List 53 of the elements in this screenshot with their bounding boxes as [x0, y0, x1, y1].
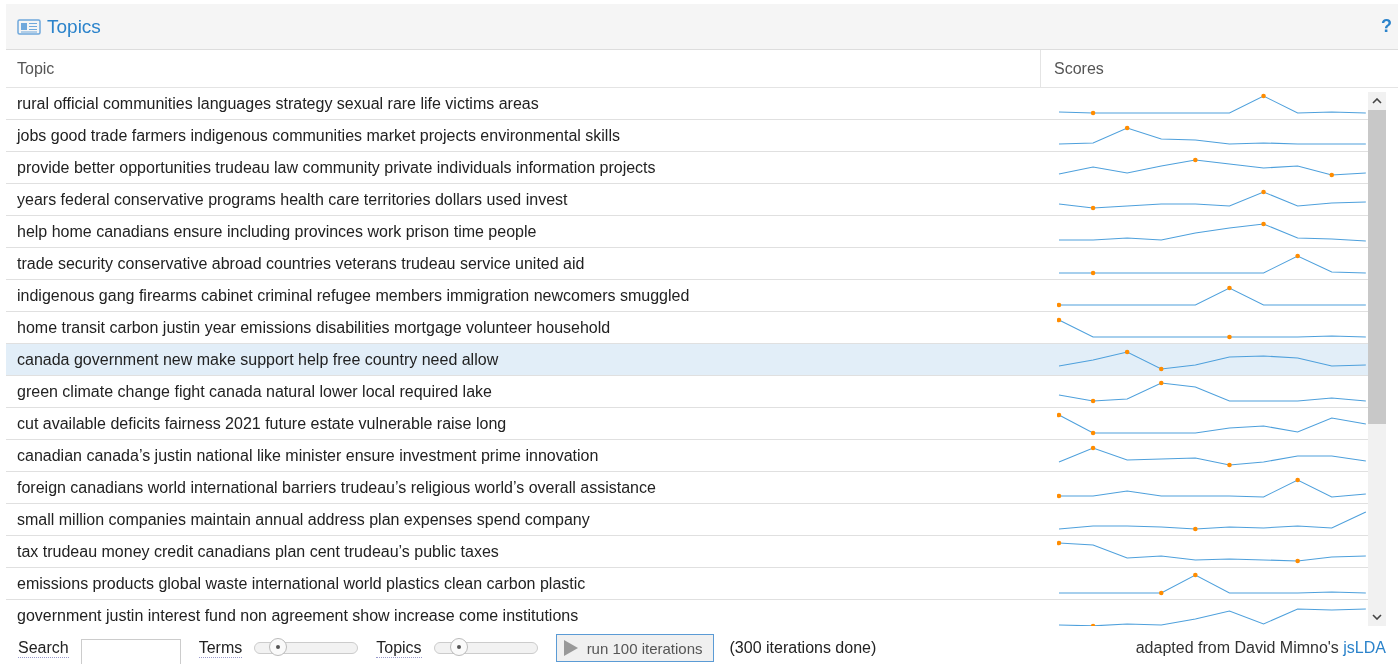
newspaper-icon	[17, 18, 41, 35]
topic-text: years federal conservative programs health care territories dollars used invest	[16, 190, 569, 209]
scroll-down-icon[interactable]	[1372, 614, 1382, 620]
topic-text: tax trudeau money credit canadians plan cent trudeau’s public taxes	[16, 542, 500, 561]
topic-text: foreign canadians world international barriers trudeau’s religious world’s overall assistance	[16, 478, 657, 497]
scrollbar[interactable]	[1368, 92, 1386, 626]
status-text: (300 iterations done)	[729, 639, 877, 657]
topic-row[interactable]: rural official communities languages strategy sexual rare life victims areas	[6, 88, 1368, 120]
column-header: Topic	[6, 50, 1041, 87]
topic-text: help home canadians ensure including provinces work prison time people	[16, 222, 538, 241]
credit-text: adapted from David Mimno's jsLDA	[1135, 639, 1386, 657]
topic-row[interactable]: cut available deficits fairness 2021 future estate vulnerable raise long	[6, 408, 1368, 440]
topic-text: indigenous gang firearms cabinet criminal refugee members immigration newcomers smuggled	[16, 286, 691, 305]
play-icon	[562, 639, 579, 657]
topic-row[interactable]: years federal conservative programs health care territories dollars used invest	[6, 184, 1368, 216]
topic-row[interactable]: jobs good trade farmers indigenous communities market projects environmental skills	[6, 120, 1368, 152]
topic-text: rural official communities languages strategy sexual rare life victims areas	[16, 94, 540, 113]
slider-thumb[interactable]	[268, 638, 287, 656]
slider-thumb[interactable]	[449, 638, 468, 656]
slider-label[interactable]: Topics	[376, 638, 422, 658]
topic-row[interactable]: provide better opportunities trudeau law community private individuals information projects	[6, 152, 1368, 184]
search-field[interactable]	[80, 639, 181, 664]
topic-text: government justin interest fund non agreement show increase come institutions	[16, 606, 580, 625]
topic-row[interactable]: green climate change fight canada natural lower local required lake	[6, 376, 1368, 408]
topic-text: trade security conservative abroad countries veterans trudeau service united aid	[16, 254, 586, 273]
scroll-up-icon[interactable]	[1372, 98, 1382, 104]
topic-row[interactable]: canadian canada’s justin national like minister ensure investment prime innovation	[6, 440, 1368, 472]
topic-row[interactable]: tax trudeau money credit canadians plan cent trudeau’s public taxes	[6, 536, 1368, 568]
scrollbar-thumb[interactable]	[1368, 110, 1386, 424]
topic-row[interactable]: emissions products global waste international world plastics clean carbon plastic	[6, 568, 1368, 600]
topic-text: home transit carbon justin year emissions disabilities mortgage volunteer household	[16, 318, 612, 337]
topic-row[interactable]: help home canadians ensure including provinces work prison time people	[6, 216, 1368, 248]
jslda-link[interactable]: jsLDA	[1343, 639, 1386, 656]
topic-text: green climate change fight canada natural lower local required lake	[16, 382, 493, 401]
topic-row[interactable]: government justin interest fund non agreement show increase come institutions	[6, 600, 1368, 626]
topic-text: jobs good trade farmers indigenous communities market projects environmental skills	[15, 126, 621, 145]
topic-text: small million companies maintain annual address plan expenses spend company	[16, 510, 591, 529]
topic-row[interactable]: indigenous gang firearms cabinet criminal refugee members immigration newcomers smuggled	[6, 280, 1368, 312]
help-link[interactable]: ?	[1381, 16, 1392, 37]
topic-row[interactable]: trade security conservative abroad countries veterans trudeau service united aid	[6, 248, 1368, 280]
topic-row[interactable]: small million companies maintain annual address plan expenses spend company	[6, 504, 1368, 536]
topic-row[interactable]: foreign canadians world international barriers trudeau’s religious world’s overall assistance	[6, 472, 1368, 504]
slider-label[interactable]: Terms	[198, 638, 243, 658]
topic-text: provide better opportunities trudeau law community private individuals information projects	[16, 158, 657, 177]
run-button[interactable]: run 100 iterations	[555, 634, 714, 662]
panel-title: Topics	[47, 15, 101, 38]
topic-text: emissions products global waste international world plastics clean carbon plastic	[16, 574, 587, 593]
topic-text: cut available deficits fairness 2021 future estate vulnerable raise long	[16, 414, 508, 433]
topic-row[interactable]: canada government new make support help free country need allow	[6, 344, 1368, 376]
column-header: Scores	[1053, 58, 1104, 79]
topic-text: canada government new make support help free country need allow	[16, 350, 500, 369]
search-label[interactable]: Search	[18, 638, 69, 658]
topic-text: canadian canada’s justin national like minister ensure investment prime innovation	[16, 446, 600, 465]
